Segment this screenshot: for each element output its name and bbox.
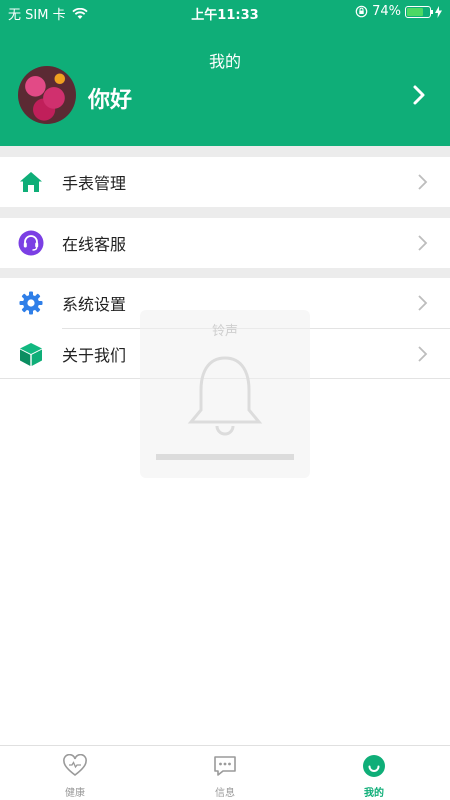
- status-right: 74%: [355, 4, 442, 19]
- chevron-right-icon: [418, 295, 428, 311]
- page-title: 我的: [208, 52, 241, 71]
- gear-icon: [19, 291, 43, 315]
- avatar[interactable]: [18, 66, 76, 124]
- menu-item-online-service[interactable]: 在线客服: [0, 218, 450, 268]
- tab-label: 我的: [364, 788, 384, 799]
- profile-header: 无 SIM 卡 上午11:33 74% 我的 你好: [0, 0, 450, 146]
- bell-icon: [187, 356, 263, 436]
- tab-label: 信息: [215, 788, 235, 799]
- headset-icon: [18, 230, 44, 256]
- menu-label: 在线客服: [62, 235, 127, 254]
- charging-icon: [435, 5, 442, 18]
- orientation-lock-icon: [355, 5, 368, 18]
- battery-percent: 74%: [372, 4, 401, 19]
- menu-label: 系统设置: [62, 295, 127, 314]
- tab-bar: 健康 信息 我的: [0, 745, 450, 800]
- menu-item-watch-management[interactable]: 手表管理: [0, 157, 450, 207]
- heart-icon: [63, 753, 87, 777]
- chevron-right-icon: [418, 174, 428, 190]
- section-gap: [0, 268, 450, 278]
- profile-chevron-right-icon[interactable]: [410, 84, 428, 106]
- greeting-text[interactable]: 你好: [88, 82, 132, 114]
- section-gap: [0, 207, 450, 218]
- tab-messages[interactable]: 信息: [185, 754, 265, 799]
- smile-icon: [363, 755, 385, 777]
- menu-label: 手表管理: [62, 174, 127, 193]
- menu-label: 关于我们: [62, 346, 127, 365]
- ringtone-overlay: 铃声: [140, 310, 310, 478]
- overlay-progress-bar: [156, 454, 294, 460]
- home-icon: [20, 172, 42, 192]
- status-bar: 无 SIM 卡 上午11:33 74%: [0, 0, 450, 24]
- chat-bubble-icon: [214, 756, 236, 776]
- cube-icon: [20, 343, 42, 366]
- chevron-right-icon: [418, 235, 428, 251]
- section-gap: [0, 146, 450, 157]
- tab-health[interactable]: 健康: [35, 753, 115, 799]
- overlay-label: 铃声: [211, 324, 238, 339]
- tab-label: 健康: [65, 788, 85, 799]
- battery-fill: [407, 7, 423, 16]
- chevron-right-icon: [418, 346, 428, 362]
- battery-icon: [405, 5, 433, 18]
- tab-mine[interactable]: 我的: [334, 754, 414, 799]
